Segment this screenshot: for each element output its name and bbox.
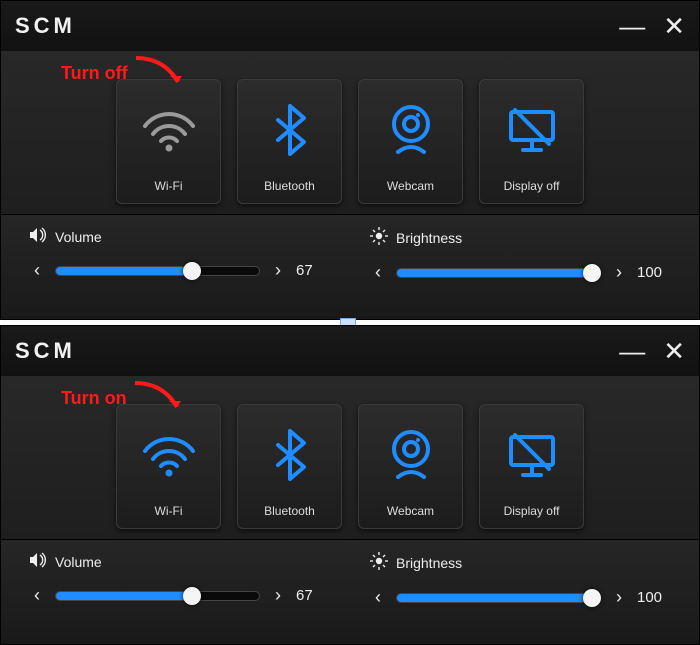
wifi-icon [141,405,197,504]
brightness-icon [370,552,388,573]
display-off-icon [505,405,559,504]
volume-increase-button[interactable]: › [270,585,286,606]
brightness-slider[interactable] [396,593,601,603]
volume-block: Volume ‹ › 67 [29,227,330,316]
tile-wifi[interactable]: Wi-Fi [116,79,221,204]
window-controls: — ✕ [619,13,685,39]
volume-decrease-button[interactable]: ‹ [29,585,45,606]
brightness-label: Brightness [396,230,462,246]
tile-bluetooth[interactable]: Bluetooth [237,79,342,204]
volume-slider[interactable] [55,591,260,601]
brightness-decrease-button[interactable]: ‹ [370,587,386,608]
titlebar: SCM — ✕ [1,1,699,51]
brightness-increase-button[interactable]: › [611,262,627,283]
webcam-icon [388,80,434,179]
display-off-icon [505,80,559,179]
volume-block: Volume ‹ › 67 [29,552,330,641]
titlebar: SCM — ✕ [1,326,699,376]
sliders-area: Volume ‹ › 67 Brightness ‹ [1,539,699,641]
sliders-area: Volume ‹ › 67 Brightness ‹ [1,214,699,316]
volume-value: 67 [296,587,330,604]
tile-label: Display off [504,504,560,518]
window-controls: — ✕ [619,338,685,364]
bluetooth-icon [272,80,308,179]
tile-webcam[interactable]: Webcam [358,404,463,529]
app-logo: SCM [15,13,76,39]
minimize-icon[interactable]: — [619,338,645,364]
volume-label: Volume [55,229,102,245]
tile-label: Webcam [387,504,434,518]
volume-increase-button[interactable]: › [270,260,286,281]
brightness-label: Brightness [396,555,462,571]
tile-wifi[interactable]: Wi-Fi [116,404,221,529]
brightness-block: Brightness ‹ › 100 [370,227,671,316]
scm-panel: SCM — ✕ Turn off Wi-Fi [0,0,700,320]
wifi-icon [141,80,197,179]
brightness-block: Brightness ‹ › 100 [370,552,671,641]
tile-bluetooth[interactable]: Bluetooth [237,404,342,529]
tile-label: Bluetooth [264,179,315,193]
brightness-increase-button[interactable]: › [611,587,627,608]
arrow-icon [133,381,183,415]
volume-label: Volume [55,554,102,570]
arrow-icon [134,56,184,90]
annotation-turn-off: Turn off [61,56,184,90]
brightness-slider[interactable] [396,268,601,278]
volume-slider[interactable] [55,266,260,276]
volume-decrease-button[interactable]: ‹ [29,260,45,281]
close-icon[interactable]: ✕ [663,338,685,364]
brightness-icon [370,227,388,248]
close-icon[interactable]: ✕ [663,13,685,39]
bluetooth-icon [272,405,308,504]
tile-webcam[interactable]: Webcam [358,79,463,204]
webcam-icon [388,405,434,504]
brightness-decrease-button[interactable]: ‹ [370,262,386,283]
volume-icon [29,552,47,571]
tile-display-off[interactable]: Display off [479,404,584,529]
brightness-value: 100 [637,589,671,606]
app-logo: SCM [15,338,76,364]
volume-icon [29,227,47,246]
minimize-icon[interactable]: — [619,13,645,39]
tile-label: Display off [504,179,560,193]
tile-label: Bluetooth [264,504,315,518]
tile-label: Webcam [387,179,434,193]
tile-display-off[interactable]: Display off [479,79,584,204]
tile-label: Wi-Fi [155,504,183,518]
scm-panel: SCM — ✕ Turn on Wi-Fi [0,325,700,645]
annotation-turn-on: Turn on [61,381,183,415]
tile-label: Wi-Fi [155,179,183,193]
brightness-value: 100 [637,264,671,281]
volume-value: 67 [296,262,330,279]
